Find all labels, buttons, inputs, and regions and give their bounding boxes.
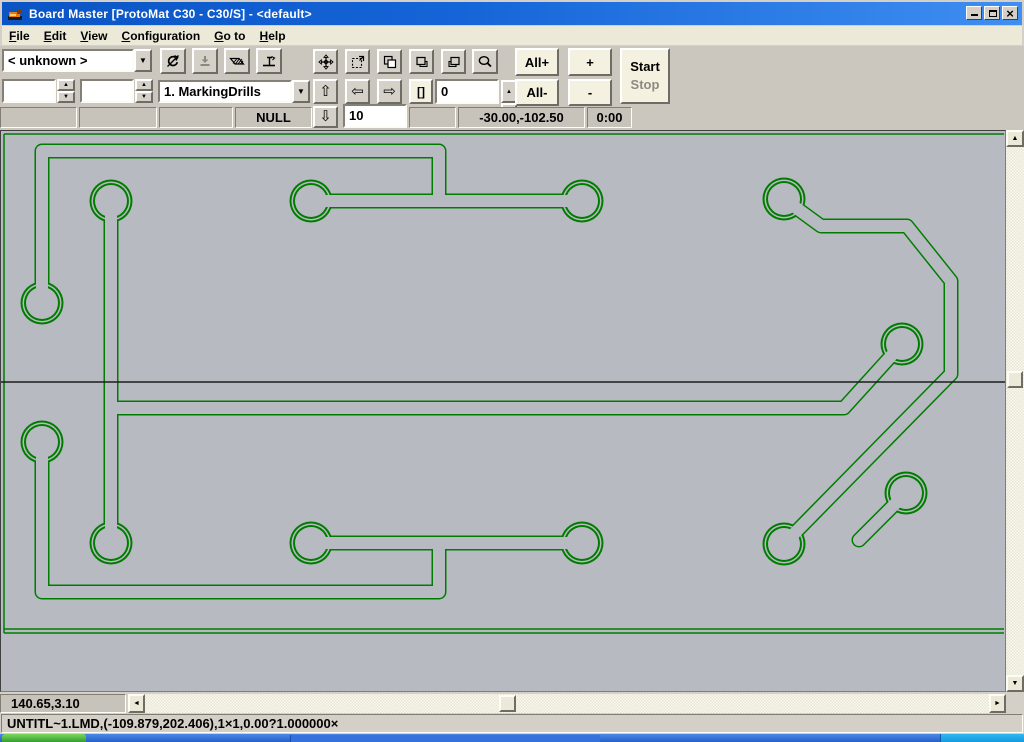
plus-button[interactable]: + xyxy=(568,48,612,76)
pcb-layout-drawing xyxy=(1,131,1005,691)
spin-down-icon[interactable]: ▼ xyxy=(135,91,153,103)
head-position-readout: -30.00,-102.50 xyxy=(458,107,585,128)
hatch-area-icon xyxy=(229,53,245,69)
cursor-coordinate-readout: 140.65,3.10 xyxy=(0,694,126,713)
chevron-down-icon[interactable]: ▼ xyxy=(134,49,152,72)
jog-left-icon: ⇦ xyxy=(351,82,364,100)
jog-down-button[interactable]: ⇩ xyxy=(313,106,338,128)
app-icon xyxy=(7,6,23,22)
stop-label: Stop xyxy=(631,76,660,94)
milling-head-select[interactable]: < unknown > ▼ xyxy=(2,49,152,72)
horizontal-scroll-thumb[interactable] xyxy=(499,695,516,712)
taskbar-button[interactable] xyxy=(290,735,600,742)
tool-position-icon xyxy=(261,53,277,69)
menu-item-view[interactable]: View xyxy=(73,28,114,44)
menu-bar: FileEditViewConfigurationGo toHelp xyxy=(2,26,1022,45)
windows-taskbar-edge xyxy=(0,734,1024,742)
scroll-down-icon: ▼ xyxy=(1012,680,1019,687)
status-cell-spare xyxy=(409,107,456,128)
status-cell-3 xyxy=(159,107,233,128)
all-minus-button[interactable]: All- xyxy=(515,79,559,106)
restore-button[interactable] xyxy=(984,6,1000,20)
scroll-up-icon: ▲ xyxy=(1012,135,1019,142)
remove-job-button[interactable] xyxy=(441,49,466,74)
spin-down-icon[interactable]: ▼ xyxy=(57,91,75,103)
system-tray xyxy=(940,734,1024,742)
spin-up-icon[interactable]: ▲ xyxy=(135,79,153,91)
send-data-button[interactable] xyxy=(192,48,218,74)
rubout-area-button[interactable] xyxy=(224,48,250,74)
scroll-right-icon: ► xyxy=(994,700,1001,707)
milling-head-value: < unknown > xyxy=(2,49,134,72)
scroll-up-button[interactable]: ▲ xyxy=(1006,130,1024,147)
minimize-icon xyxy=(971,8,978,16)
move-cross-icon xyxy=(318,54,334,70)
scroll-left-icon: ◄ xyxy=(133,700,140,707)
scroll-right-button[interactable]: ► xyxy=(989,694,1006,713)
elapsed-time-readout: 0:00 xyxy=(587,107,632,128)
repeat-count-input[interactable]: 0 xyxy=(435,79,499,104)
status-bar: UNTITL~1.LMD,(-109.879,202.406),1×1,0.00… xyxy=(0,713,1024,734)
chevron-down-icon[interactable]: ▼ xyxy=(292,80,310,103)
menu-item-configuration[interactable]: Configuration xyxy=(115,28,208,44)
production-phase-select[interactable]: 1. MarkingDrills ▼ xyxy=(158,80,310,103)
jog-right-button[interactable]: ⇨ xyxy=(377,79,402,104)
menu-item-edit[interactable]: Edit xyxy=(37,28,74,44)
send-data-icon xyxy=(197,53,213,69)
production-phase-value: 1. MarkingDrills xyxy=(158,80,292,103)
duplicate-icon xyxy=(382,54,398,70)
y-position-input[interactable] xyxy=(80,79,134,103)
select-area-button[interactable] xyxy=(345,49,370,74)
scroll-down-button[interactable]: ▼ xyxy=(1006,675,1024,692)
scrollbar-corner xyxy=(1006,694,1024,713)
toolbar: < unknown > ▼ xyxy=(0,46,1024,130)
title-bar: Board Master [ProtoMat C30 - C30/S] - <d… xyxy=(2,2,1022,25)
menu-item-file[interactable]: File xyxy=(2,28,37,44)
menu-item-help[interactable]: Help xyxy=(253,28,293,44)
job-info-text: UNTITL~1.LMD,(-109.879,202.406),1×1,0.00… xyxy=(7,716,338,731)
jog-right-icon: ⇨ xyxy=(383,82,396,100)
vertical-scroll-thumb[interactable] xyxy=(1007,371,1023,388)
start-label: Start xyxy=(630,58,660,76)
spin-up-icon[interactable]: ▲ xyxy=(57,79,75,91)
restore-icon xyxy=(989,10,997,17)
application-window: Board Master [ProtoMat C30 - C30/S] - <d… xyxy=(0,0,1024,742)
phase-status-cell: NULL xyxy=(235,107,312,128)
insert-job-button[interactable] xyxy=(409,49,434,74)
step-size-input[interactable]: 10 xyxy=(343,104,407,128)
duplicate-job-button[interactable] xyxy=(377,49,402,74)
minus-button[interactable]: - xyxy=(568,79,612,106)
menu-item-go-to[interactable]: Go to xyxy=(207,28,252,44)
connect-icon xyxy=(165,53,181,69)
jog-up-icon: ⇧ xyxy=(319,82,332,100)
remove-job-icon xyxy=(446,54,462,70)
y-position-spinner: ▲ ▼ xyxy=(135,79,153,103)
work-area-canvas[interactable] xyxy=(0,130,1006,692)
jog-left-button[interactable]: ⇦ xyxy=(345,79,370,104)
move-head-button[interactable] xyxy=(313,49,338,74)
select-area-icon xyxy=(350,54,366,70)
scroll-left-button[interactable]: ◄ xyxy=(128,694,145,713)
x-position-spinner: ▲ ▼ xyxy=(57,79,75,103)
vertical-scrollbar[interactable]: ▲ ▼ xyxy=(1006,130,1024,692)
insert-job-icon xyxy=(414,54,430,70)
status-cell-1 xyxy=(0,107,77,128)
start-menu-button[interactable] xyxy=(2,734,86,742)
x-position-input[interactable] xyxy=(2,79,56,103)
magnifier-icon xyxy=(477,54,493,70)
connect-machine-button[interactable] xyxy=(160,48,186,74)
minimize-button[interactable] xyxy=(966,6,982,20)
jog-up-button[interactable]: ⇧ xyxy=(313,79,338,104)
window-title: Board Master [ProtoMat C30 - C30/S] - <d… xyxy=(29,7,312,21)
horizontal-scrollbar[interactable]: ◄ ► xyxy=(128,694,1006,713)
start-stop-button[interactable]: Start Stop xyxy=(620,48,670,104)
close-button[interactable]: × xyxy=(1002,6,1018,20)
all-plus-button[interactable]: All+ xyxy=(515,48,559,76)
tool-position-button[interactable] xyxy=(256,48,282,74)
close-icon: × xyxy=(1006,7,1014,20)
jog-down-icon: ⇩ xyxy=(319,107,332,125)
brackets-button[interactable]: [] xyxy=(409,79,433,104)
zoom-button[interactable] xyxy=(472,49,498,74)
status-cell-2 xyxy=(79,107,157,128)
